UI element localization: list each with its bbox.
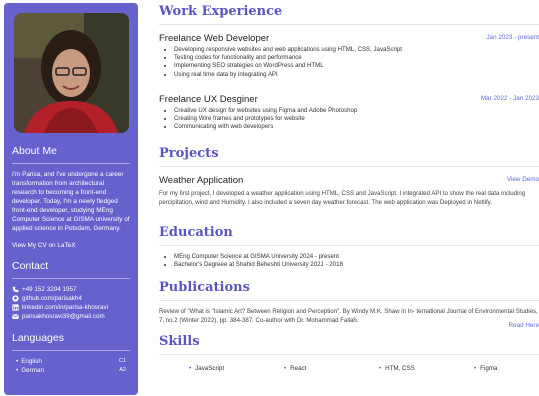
read-here-link[interactable]: Read Here: [509, 322, 539, 329]
job-bullet: Communicating with web developers: [174, 123, 539, 131]
contact-phone[interactable]: +49 152 3204 1957: [12, 285, 130, 294]
job-date: Jan 2023 - present: [486, 34, 539, 41]
job-bullet: Creative UX design for websites using Fi…: [174, 107, 539, 115]
job-entry: Freelance Web Developer Jan 2023 - prese…: [159, 33, 539, 79]
education-item: MEng Computer Science at GISMA Universit…: [174, 253, 539, 261]
main-content: Work Experience Freelance Web Developer …: [159, 0, 539, 396]
contact-github[interactable]: github.com/parisakh4: [12, 294, 130, 303]
phone-icon: [12, 286, 19, 293]
contact-linkedin[interactable]: linkedin.com/in/parisa-khosravi: [12, 303, 130, 312]
divider: [159, 354, 539, 355]
publications-heading: Publications: [159, 280, 250, 295]
language-item: English C1: [12, 357, 130, 366]
publication-text: Review of "What is "Islamic Art? Between…: [159, 308, 538, 324]
job-bullet: Developing responsive websites and web a…: [174, 46, 539, 54]
skill-item: React: [254, 365, 349, 372]
divider: [159, 300, 539, 301]
job-title: Freelance Web Developer: [159, 33, 270, 44]
education-heading: Education: [159, 225, 233, 240]
skills-list: JavaScript React HTM, CSS Figma: [159, 365, 539, 372]
divider: [159, 245, 539, 246]
divider: [12, 278, 130, 279]
project-title: Weather Application: [159, 175, 244, 186]
languages-heading: Languages: [12, 332, 64, 344]
skill-item: JavaScript: [159, 365, 254, 372]
divider: [12, 350, 130, 351]
contact-github-text: github.com/parisakh4: [22, 295, 82, 302]
github-icon: [12, 295, 19, 302]
skills-heading: Skills: [159, 334, 200, 349]
job-entry: Freelance UX Desginer Mar 2022 - Jan 202…: [159, 94, 539, 132]
skill-item: HTM, CSS: [349, 365, 444, 372]
job-bullets: Creative UX design for websites using Fi…: [159, 107, 539, 132]
language-item: German A2: [12, 366, 130, 375]
contact-email-text: parisakhosravi39@gmail.com: [22, 313, 105, 320]
project-entry: Weather Application View Demo: [159, 175, 539, 186]
job-date: Mar 2022 - Jan 2023: [480, 95, 539, 102]
education-list: MEng Computer Science at GISMA Universit…: [159, 253, 539, 269]
divider: [159, 166, 539, 167]
contact-phone-text: +49 152 3204 1957: [22, 286, 77, 293]
experience-heading: Work Experience: [159, 4, 283, 19]
contact-linkedin-text: linkedin.com/in/parisa-khosravi: [22, 304, 109, 311]
skill-item: Figma: [444, 365, 539, 372]
contact-email[interactable]: parisakhosravi39@gmail.com: [12, 312, 130, 321]
contact-heading: Contact: [12, 260, 49, 272]
mail-icon: [12, 314, 19, 319]
view-demo-link[interactable]: View Demo: [507, 176, 539, 183]
projects-heading: Projects: [159, 146, 219, 161]
project-description: For my first project, I developed a weat…: [159, 190, 526, 206]
language-level: A2: [119, 367, 126, 373]
job-bullets: Developing responsive websites and web a…: [159, 46, 539, 79]
about-heading: About Me: [12, 145, 57, 157]
job-bullet: Using real time data by integrating API: [174, 71, 539, 79]
divider: [159, 24, 539, 25]
linkedin-icon: [12, 304, 19, 311]
sidebar: About Me I'm Parisa, and I've undergone …: [4, 3, 138, 395]
cv-link[interactable]: View My CV on LaTeX: [12, 242, 130, 249]
job-bullet: Implementing SEO strategies on WordPress…: [174, 62, 539, 70]
education-item: Bachelor's Degreee at Shahid Beheshti Un…: [174, 261, 539, 269]
job-bullet: Creating Wire frames and prototypes for …: [174, 115, 539, 123]
language-name: English: [21, 357, 42, 366]
job-bullet: Testing codes for functionality and perf…: [174, 54, 539, 62]
profile-photo: [13, 13, 129, 133]
language-level: C1: [118, 358, 126, 364]
language-name: German: [21, 366, 44, 375]
about-text: I'm Parisa, and I've undergone a career …: [12, 171, 130, 232]
divider: [12, 163, 130, 164]
